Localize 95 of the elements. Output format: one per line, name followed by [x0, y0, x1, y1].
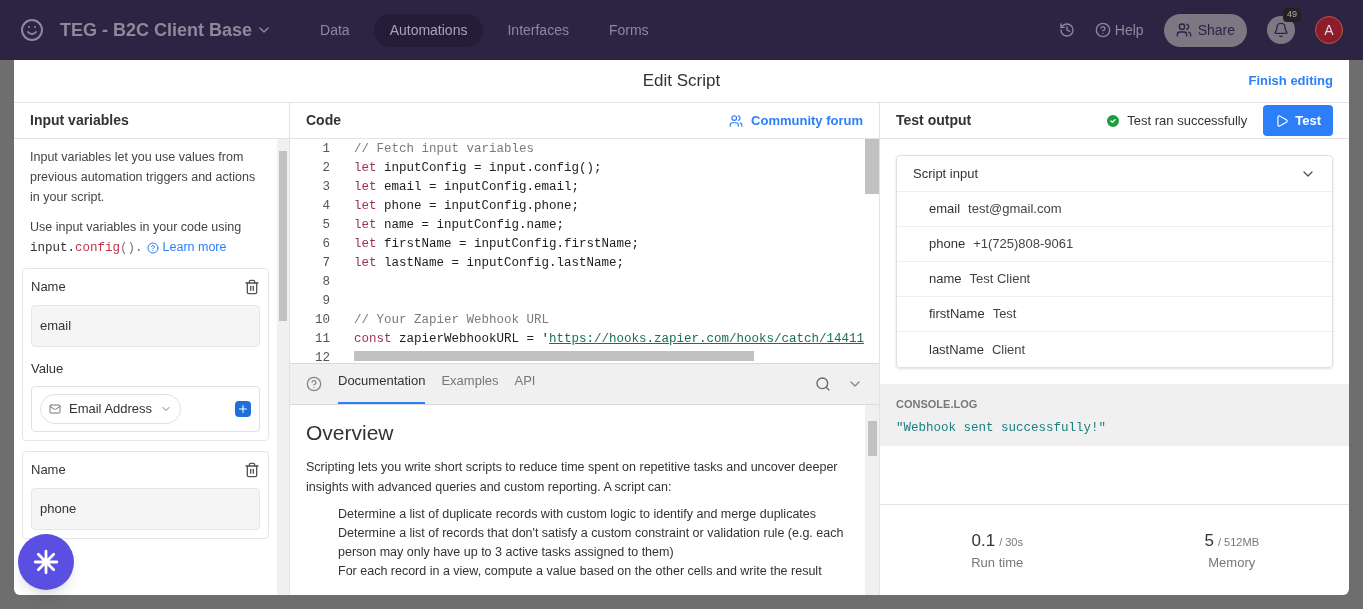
base-title[interactable]: TEG - B2C Client Base [60, 16, 273, 44]
name-field[interactable]: phone [31, 487, 260, 530]
stat-label: Memory [1208, 554, 1256, 572]
line-number: 6 [321, 236, 330, 253]
input-key: email [929, 199, 961, 219]
name-field[interactable]: email [31, 304, 260, 347]
field-label: Value [31, 359, 65, 378]
help-icon[interactable] [146, 241, 159, 254]
doc-tab[interactable]: Examples [441, 370, 499, 404]
code-line: let inputConfig = input.config(); [354, 160, 602, 177]
community-forum-link[interactable]: Community forum [729, 110, 863, 131]
nav-tab[interactable]: Forms [592, 13, 665, 47]
stat-limit: / 512MB [1218, 534, 1259, 550]
doc-list-item: Determine a list of duplicate records with custom logic to identify and merge duplicates [338, 505, 817, 523]
panel-title: Code [306, 111, 341, 130]
panel-title: Test output [896, 111, 972, 130]
line-number: 9 [321, 293, 330, 310]
smiley-icon[interactable] [20, 18, 44, 42]
doc-tab[interactable]: API [514, 370, 536, 404]
share-button[interactable]: Share [1163, 13, 1247, 47]
notification-badge: 49 [1283, 8, 1301, 22]
line-number: 12 [314, 350, 330, 363]
asterisk-icon [33, 549, 59, 575]
code-line: const zapierWebhookURL = 'https://hooks.zapier.com/hooks/catch/14411 [354, 331, 865, 348]
nav-tab[interactable]: Data [304, 13, 366, 47]
input-value: Test [992, 305, 1017, 324]
finish-editing-link[interactable]: Finish editing [1248, 71, 1333, 91]
code-line: let name = inputConfig.name; [354, 217, 565, 234]
help-icon [1094, 22, 1111, 38]
doc-paragraph: Scripting lets you write short scripts to reduce time spent on repetitive tasks and uncover deeper insights with advanced queries and custom reporting. A script can: [306, 458, 839, 496]
test-status: Test ran successfully [1105, 110, 1248, 131]
intro-text: Input variables let you use values from previous automation triggers and actions in your script. [29, 149, 257, 206]
help-button[interactable]: Help [1094, 19, 1144, 41]
dialog-title: Edit Script [642, 70, 721, 93]
line-number: 7 [321, 255, 330, 272]
console-output: "Webhook sent successfully!" [896, 419, 1108, 437]
people-icon [1175, 22, 1192, 38]
bell-icon [1273, 22, 1289, 38]
history-icon[interactable] [1058, 22, 1075, 38]
mail-icon [49, 403, 61, 415]
doc-list-item: Determine a list of records that don't satisfy a custom constraint or validation rule (e.g. each person may only have up to 3 active tasks assigned to them) [338, 524, 845, 561]
input-value: Test Client [969, 270, 1031, 289]
line-number: 1 [321, 141, 330, 158]
line-number: 2 [321, 160, 330, 177]
learn-more-link[interactable]: Learn more [162, 240, 227, 254]
input-value: Client [991, 340, 1026, 359]
help-icon[interactable] [306, 376, 322, 392]
code-line: // Fetch input variables [354, 141, 535, 158]
code-line: let phone = inputConfig.phone; [354, 198, 580, 215]
input-key: lastName [929, 339, 984, 360]
field-label: Name [31, 278, 66, 296]
input-key: firstName [929, 304, 985, 324]
stat-value: 0.1 [971, 529, 996, 552]
code-line: // Your Zapier Webhook URL [354, 312, 550, 329]
code-line: let email = inputConfig.email; [354, 179, 580, 196]
stat-label: Run time [971, 554, 1024, 572]
stat-value: 5 [1204, 529, 1214, 552]
scrollbar[interactable] [865, 405, 879, 595]
trash-icon[interactable] [244, 461, 260, 478]
play-icon [1275, 113, 1290, 128]
doc-heading: Overview [306, 420, 395, 446]
stat-limit: / 30s [999, 534, 1023, 550]
field-label: Name [31, 461, 66, 479]
console-label: CONSOLE.LOG [896, 397, 979, 412]
nav-tab[interactable]: Automations [373, 13, 484, 47]
plus-icon [237, 403, 249, 415]
line-number: 4 [321, 198, 330, 215]
line-number: 5 [321, 217, 330, 234]
line-number: 11 [314, 331, 330, 348]
people-icon [729, 113, 744, 128]
card-title: Script input [913, 164, 979, 183]
line-number: 3 [321, 179, 330, 196]
check-circle-icon [1105, 112, 1122, 129]
input-key: phone [929, 234, 966, 254]
code-line: let firstName = inputConfig.firstName; [354, 236, 640, 253]
input-value: +1(725)808-9061 [973, 235, 1074, 254]
doc-tab[interactable]: Documentation [338, 370, 426, 404]
notifications-button[interactable] [1267, 16, 1295, 44]
add-button[interactable] [235, 401, 251, 417]
usage-text: Use input variables in your code using input.config(). Learn more [29, 219, 243, 257]
avatar[interactable]: A [1315, 16, 1343, 44]
trash-icon[interactable] [244, 278, 260, 295]
scrollbar[interactable] [865, 139, 879, 194]
panel-title: Input variables [30, 111, 129, 130]
input-value: test@gmail.com [968, 200, 1062, 219]
scrollbar[interactable] [277, 139, 289, 595]
input-key: name [929, 269, 962, 289]
scrollbar[interactable] [354, 351, 754, 361]
nav-tab[interactable]: Interfaces [491, 13, 585, 47]
test-button[interactable]: Test [1263, 104, 1333, 137]
doc-list-item: For each record in a view, compute a value based on the other cells and write the result [338, 562, 823, 580]
code-line: let lastName = inputConfig.lastName; [354, 255, 625, 272]
line-number: 10 [314, 312, 330, 329]
search-icon[interactable] [815, 376, 831, 392]
line-number: 8 [321, 274, 330, 291]
